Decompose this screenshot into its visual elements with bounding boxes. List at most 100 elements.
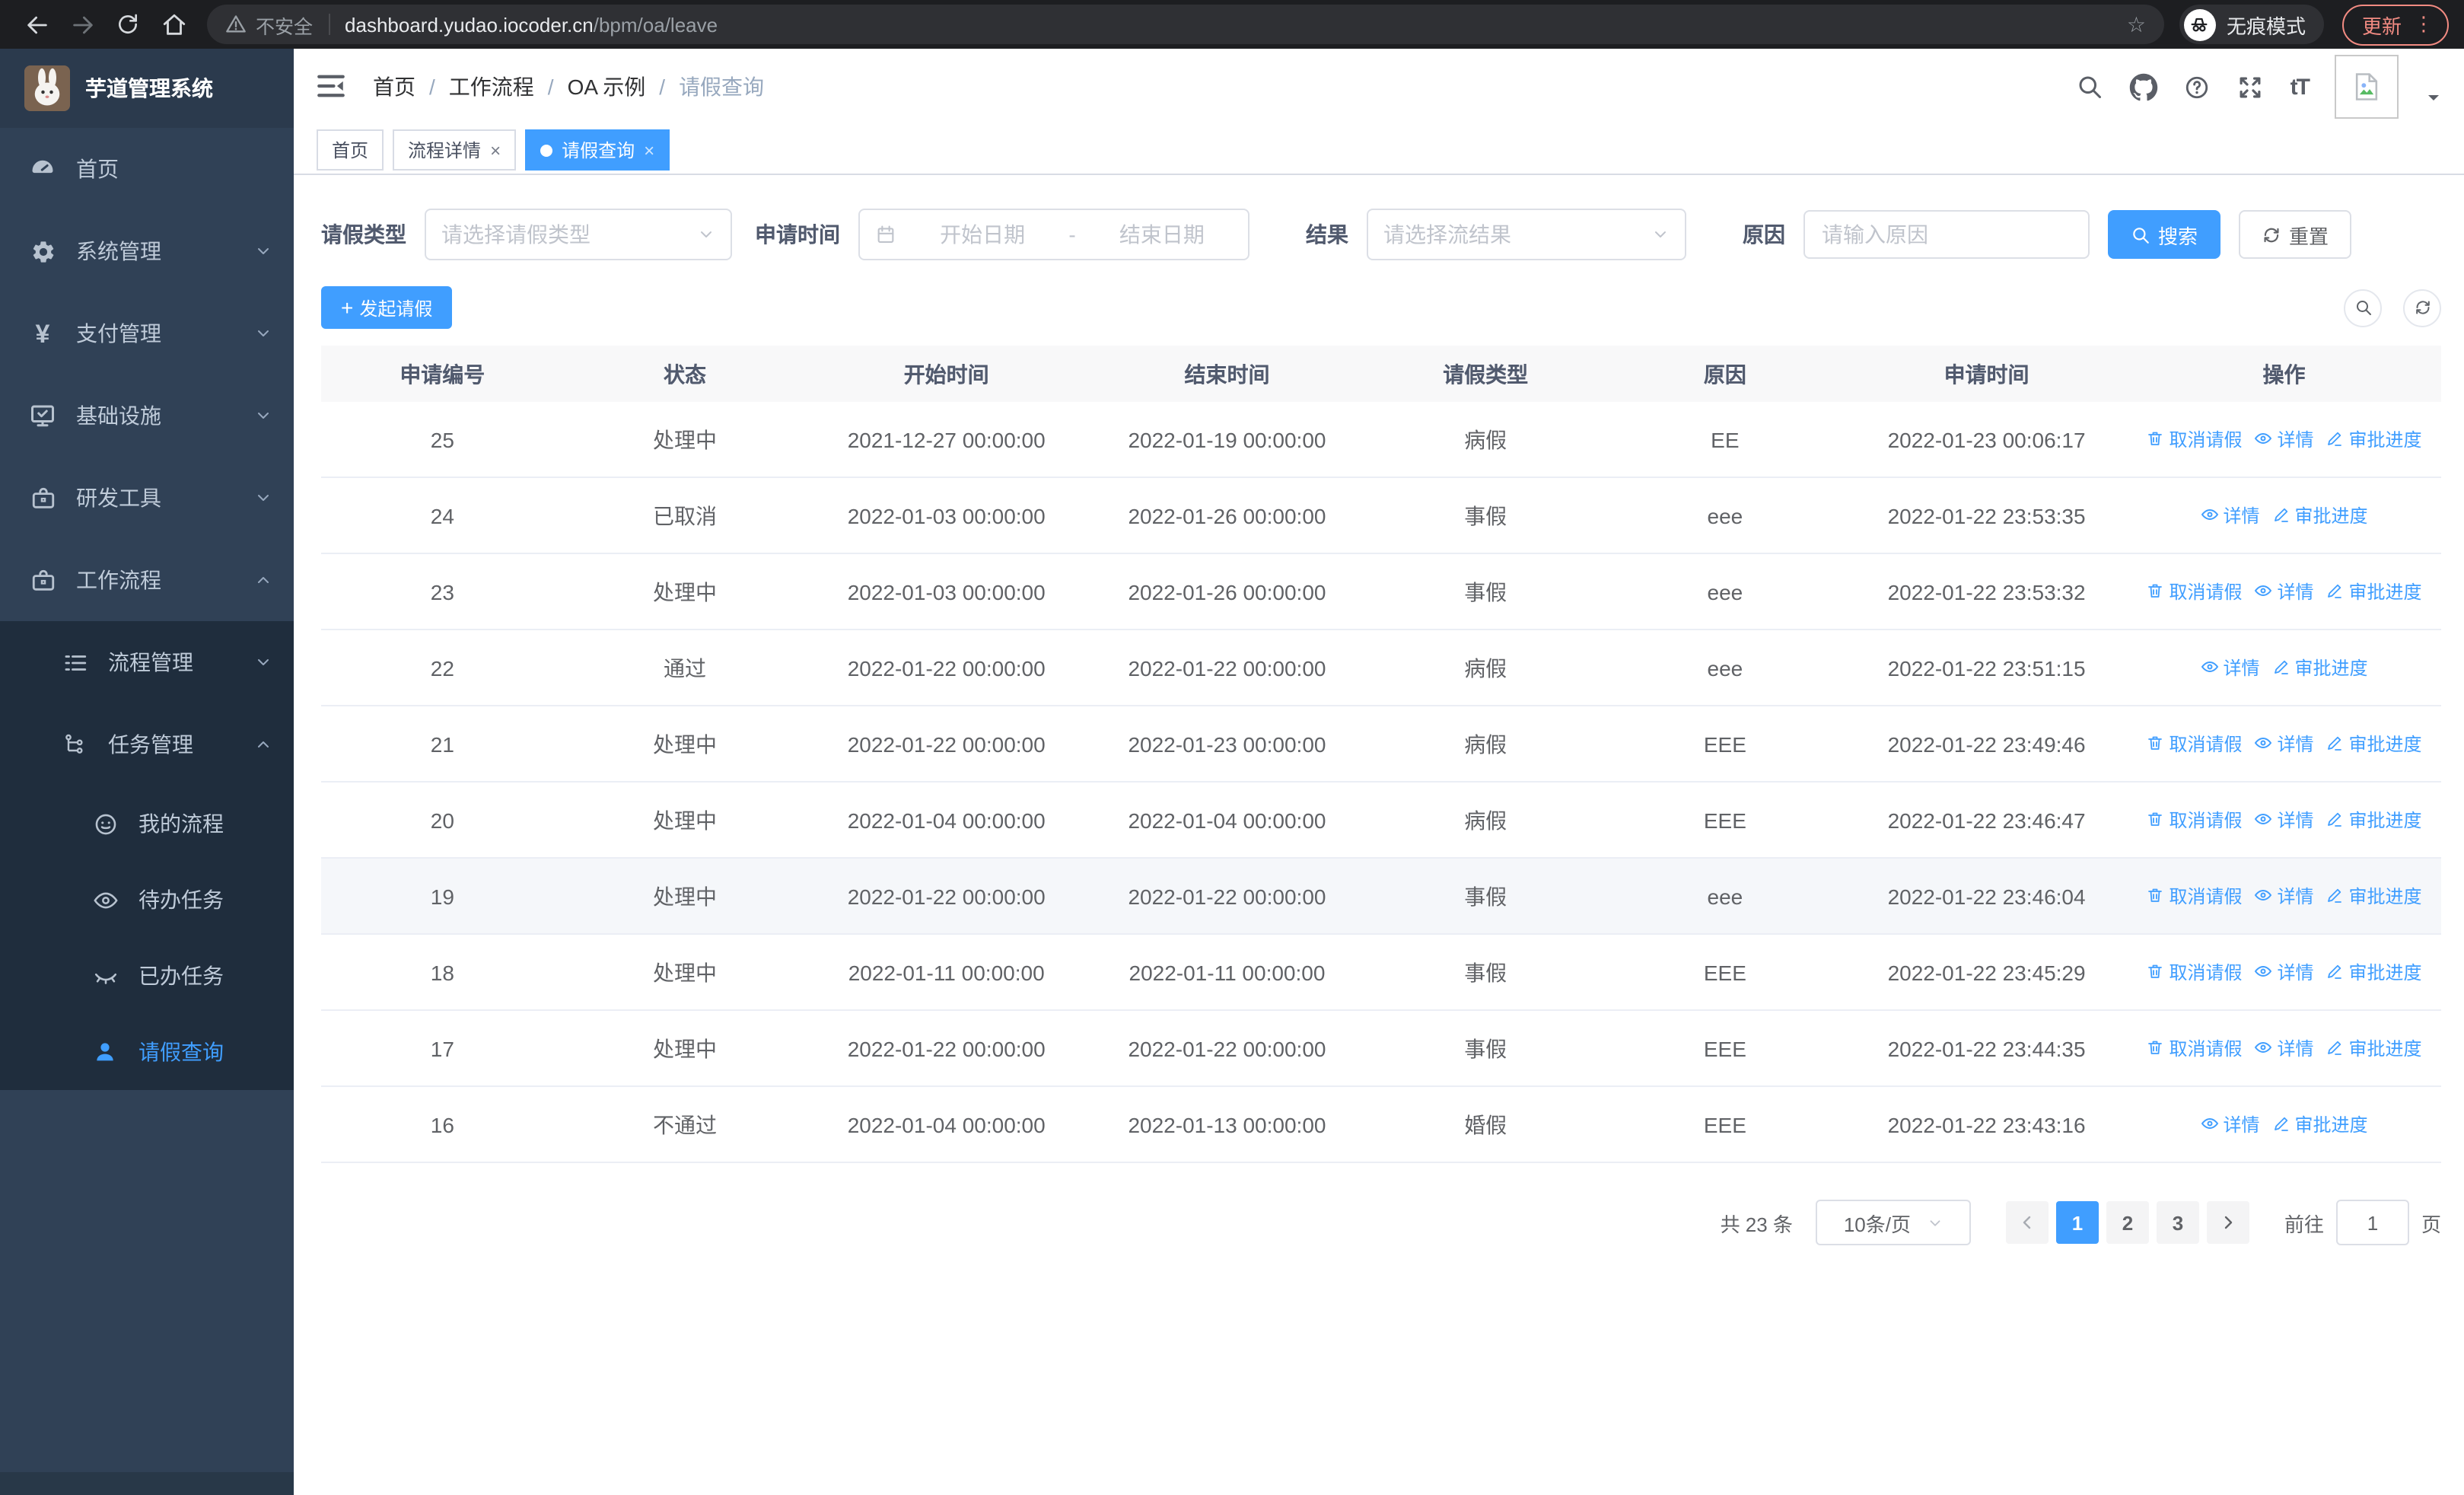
cell-end: 2022-01-22 00:00:00 xyxy=(1087,858,1367,935)
toggle-search-button[interactable] xyxy=(2344,288,2382,327)
help-icon[interactable] xyxy=(2184,74,2210,100)
avatar[interactable] xyxy=(2335,55,2399,119)
sidebar-item-label: 待办任务 xyxy=(138,888,224,912)
apply-time-range-picker[interactable]: 开始日期 - 结束日期 xyxy=(858,209,1250,260)
font-size-icon[interactable]: tT xyxy=(2291,74,2310,100)
create-leave-button[interactable]: + 发起请假 xyxy=(321,286,453,329)
detail-link[interactable]: 详情 xyxy=(2200,1111,2259,1137)
browser-menu-icon[interactable]: ⋮ xyxy=(2414,12,2434,37)
goto-page-input[interactable] xyxy=(2335,1200,2409,1245)
sidebar-item-payment[interactable]: ¥ 支付管理 xyxy=(0,292,294,375)
sidebar-item-leave-query[interactable]: 请假查询 xyxy=(0,1014,294,1090)
approval-progress-link[interactable]: 审批进度 xyxy=(2326,426,2422,452)
reason-input[interactable] xyxy=(1803,210,2090,259)
next-page-button[interactable] xyxy=(2206,1201,2249,1244)
approval-progress-link[interactable]: 审批进度 xyxy=(2326,883,2422,909)
navbar-actions: tT xyxy=(2076,55,2443,119)
sidebar-toggle-icon[interactable] xyxy=(315,70,349,104)
tab-process-detail[interactable]: 流程详情 × xyxy=(393,129,517,171)
cancel-leave-link[interactable]: 取消请假 xyxy=(2146,807,2242,833)
sidebar-item-devtools[interactable]: 研发工具 xyxy=(0,457,294,539)
chevron-down-icon xyxy=(1651,225,1670,244)
col-header-actions: 操作 xyxy=(2126,346,2441,402)
dashboard-icon xyxy=(29,155,56,183)
detail-link[interactable]: 详情 xyxy=(2254,959,2314,985)
browser-back-button[interactable] xyxy=(15,3,58,46)
sidebar-item-todo-tasks[interactable]: 待办任务 xyxy=(0,862,294,938)
result-select[interactable]: 请选择流结果 xyxy=(1367,209,1686,260)
sidebar-item-done-tasks[interactable]: 已办任务 xyxy=(0,938,294,1014)
page-button-2[interactable]: 2 xyxy=(2106,1201,2149,1244)
sidebar-item-task-mgmt[interactable]: 任务管理 xyxy=(0,703,294,786)
sidebar-item-workflow[interactable]: 工作流程 xyxy=(0,539,294,621)
detail-link[interactable]: 详情 xyxy=(2254,807,2314,833)
detail-link[interactable]: 详情 xyxy=(2254,883,2314,909)
address-bar[interactable]: 不安全 dashboard.yudao.iocoder.cn/bpm/oa/le… xyxy=(207,5,2164,44)
sidebar-item-home[interactable]: 首页 xyxy=(0,128,294,210)
approval-progress-link[interactable]: 审批进度 xyxy=(2326,959,2422,985)
cell-id: 17 xyxy=(321,1010,564,1087)
sidebar-item-my-process[interactable]: 我的流程 xyxy=(0,786,294,862)
detail-link[interactable]: 详情 xyxy=(2200,655,2259,681)
pen-icon xyxy=(2271,506,2290,524)
detail-link[interactable]: 详情 xyxy=(2254,1035,2314,1061)
detail-link[interactable]: 详情 xyxy=(2254,426,2314,452)
page-size-select[interactable]: 10条/页 xyxy=(1815,1200,1971,1245)
approval-progress-link[interactable]: 审批进度 xyxy=(2326,807,2422,833)
chevron-down-icon xyxy=(254,242,272,260)
page-button-3[interactable]: 3 xyxy=(2156,1201,2199,1244)
search-form: 请假类型 请选择请假类型 申请时间 开始日期 - 结束日期 结果 请选择流结果 xyxy=(321,209,2441,260)
browser-forward-button[interactable] xyxy=(61,3,103,46)
security-status[interactable]: 不安全 xyxy=(225,10,313,39)
detail-link[interactable]: 详情 xyxy=(2254,579,2314,604)
browser-update-button[interactable]: 更新 ⋮ xyxy=(2341,4,2449,45)
cancel-leave-link[interactable]: 取消请假 xyxy=(2146,579,2242,604)
leave-type-select[interactable]: 请选择请假类型 xyxy=(425,209,732,260)
breadcrumb-workflow[interactable]: 工作流程 xyxy=(449,72,534,102)
prev-page-button[interactable] xyxy=(2005,1201,2049,1244)
cancel-leave-link[interactable]: 取消请假 xyxy=(2146,1035,2242,1061)
page-button-1[interactable]: 1 xyxy=(2055,1201,2099,1244)
approval-progress-link[interactable]: 审批进度 xyxy=(2326,579,2422,604)
breadcrumb-oa-example[interactable]: OA 示例 xyxy=(568,72,646,102)
cell-end: 2022-01-22 00:00:00 xyxy=(1087,630,1367,706)
detail-link[interactable]: 详情 xyxy=(2200,502,2259,528)
detail-link[interactable]: 详情 xyxy=(2254,731,2314,757)
sidebar-item-system[interactable]: 系统管理 xyxy=(0,210,294,292)
avatar-caret-icon[interactable] xyxy=(2424,88,2443,107)
cell-reason: eee xyxy=(1603,477,1847,554)
tab-home[interactable]: 首页 xyxy=(317,129,384,171)
tab-leave-query[interactable]: 请假查询 × xyxy=(525,129,670,171)
toolbox-icon xyxy=(29,484,56,512)
approval-progress-link[interactable]: 审批进度 xyxy=(2326,1035,2422,1061)
github-icon[interactable] xyxy=(2129,72,2158,101)
refresh-table-button[interactable] xyxy=(2403,288,2441,327)
browser-home-button[interactable] xyxy=(152,3,195,46)
sidebar-logo[interactable]: 芋道管理系统 xyxy=(0,49,294,128)
cancel-leave-link[interactable]: 取消请假 xyxy=(2146,426,2242,452)
close-icon[interactable]: × xyxy=(644,141,654,159)
bookmark-star-icon[interactable]: ☆ xyxy=(2127,14,2146,35)
cell-reason: EEE xyxy=(1603,934,1847,1011)
approval-progress-link[interactable]: 审批进度 xyxy=(2271,655,2368,681)
sidebar-item-process-mgmt[interactable]: 流程管理 xyxy=(0,621,294,703)
breadcrumb-home[interactable]: 首页 xyxy=(373,72,415,102)
fullscreen-icon[interactable] xyxy=(2236,72,2265,101)
cancel-leave-link[interactable]: 取消请假 xyxy=(2146,731,2242,757)
sidebar-item-infra[interactable]: 基础设施 xyxy=(0,375,294,457)
cell-type: 病假 xyxy=(1367,706,1604,783)
incognito-badge[interactable]: 无痕模式 xyxy=(2179,5,2324,44)
url-text: dashboard.yudao.iocoder.cn/bpm/oa/leave xyxy=(345,13,718,36)
approval-progress-link[interactable]: 审批进度 xyxy=(2326,731,2422,757)
browser-reload-button[interactable] xyxy=(107,3,149,46)
approval-progress-link[interactable]: 审批进度 xyxy=(2271,1111,2368,1137)
pagination-jumper: 前往 页 xyxy=(2284,1200,2441,1245)
approval-progress-link[interactable]: 审批进度 xyxy=(2271,502,2368,528)
search-button[interactable]: 搜索 xyxy=(2108,210,2221,259)
reset-button[interactable]: 重置 xyxy=(2239,210,2352,259)
monitor-icon xyxy=(29,402,56,429)
cancel-leave-link[interactable]: 取消请假 xyxy=(2146,959,2242,985)
close-icon[interactable]: × xyxy=(490,141,501,159)
cancel-leave-link[interactable]: 取消请假 xyxy=(2146,883,2242,909)
search-icon[interactable] xyxy=(2076,73,2103,100)
